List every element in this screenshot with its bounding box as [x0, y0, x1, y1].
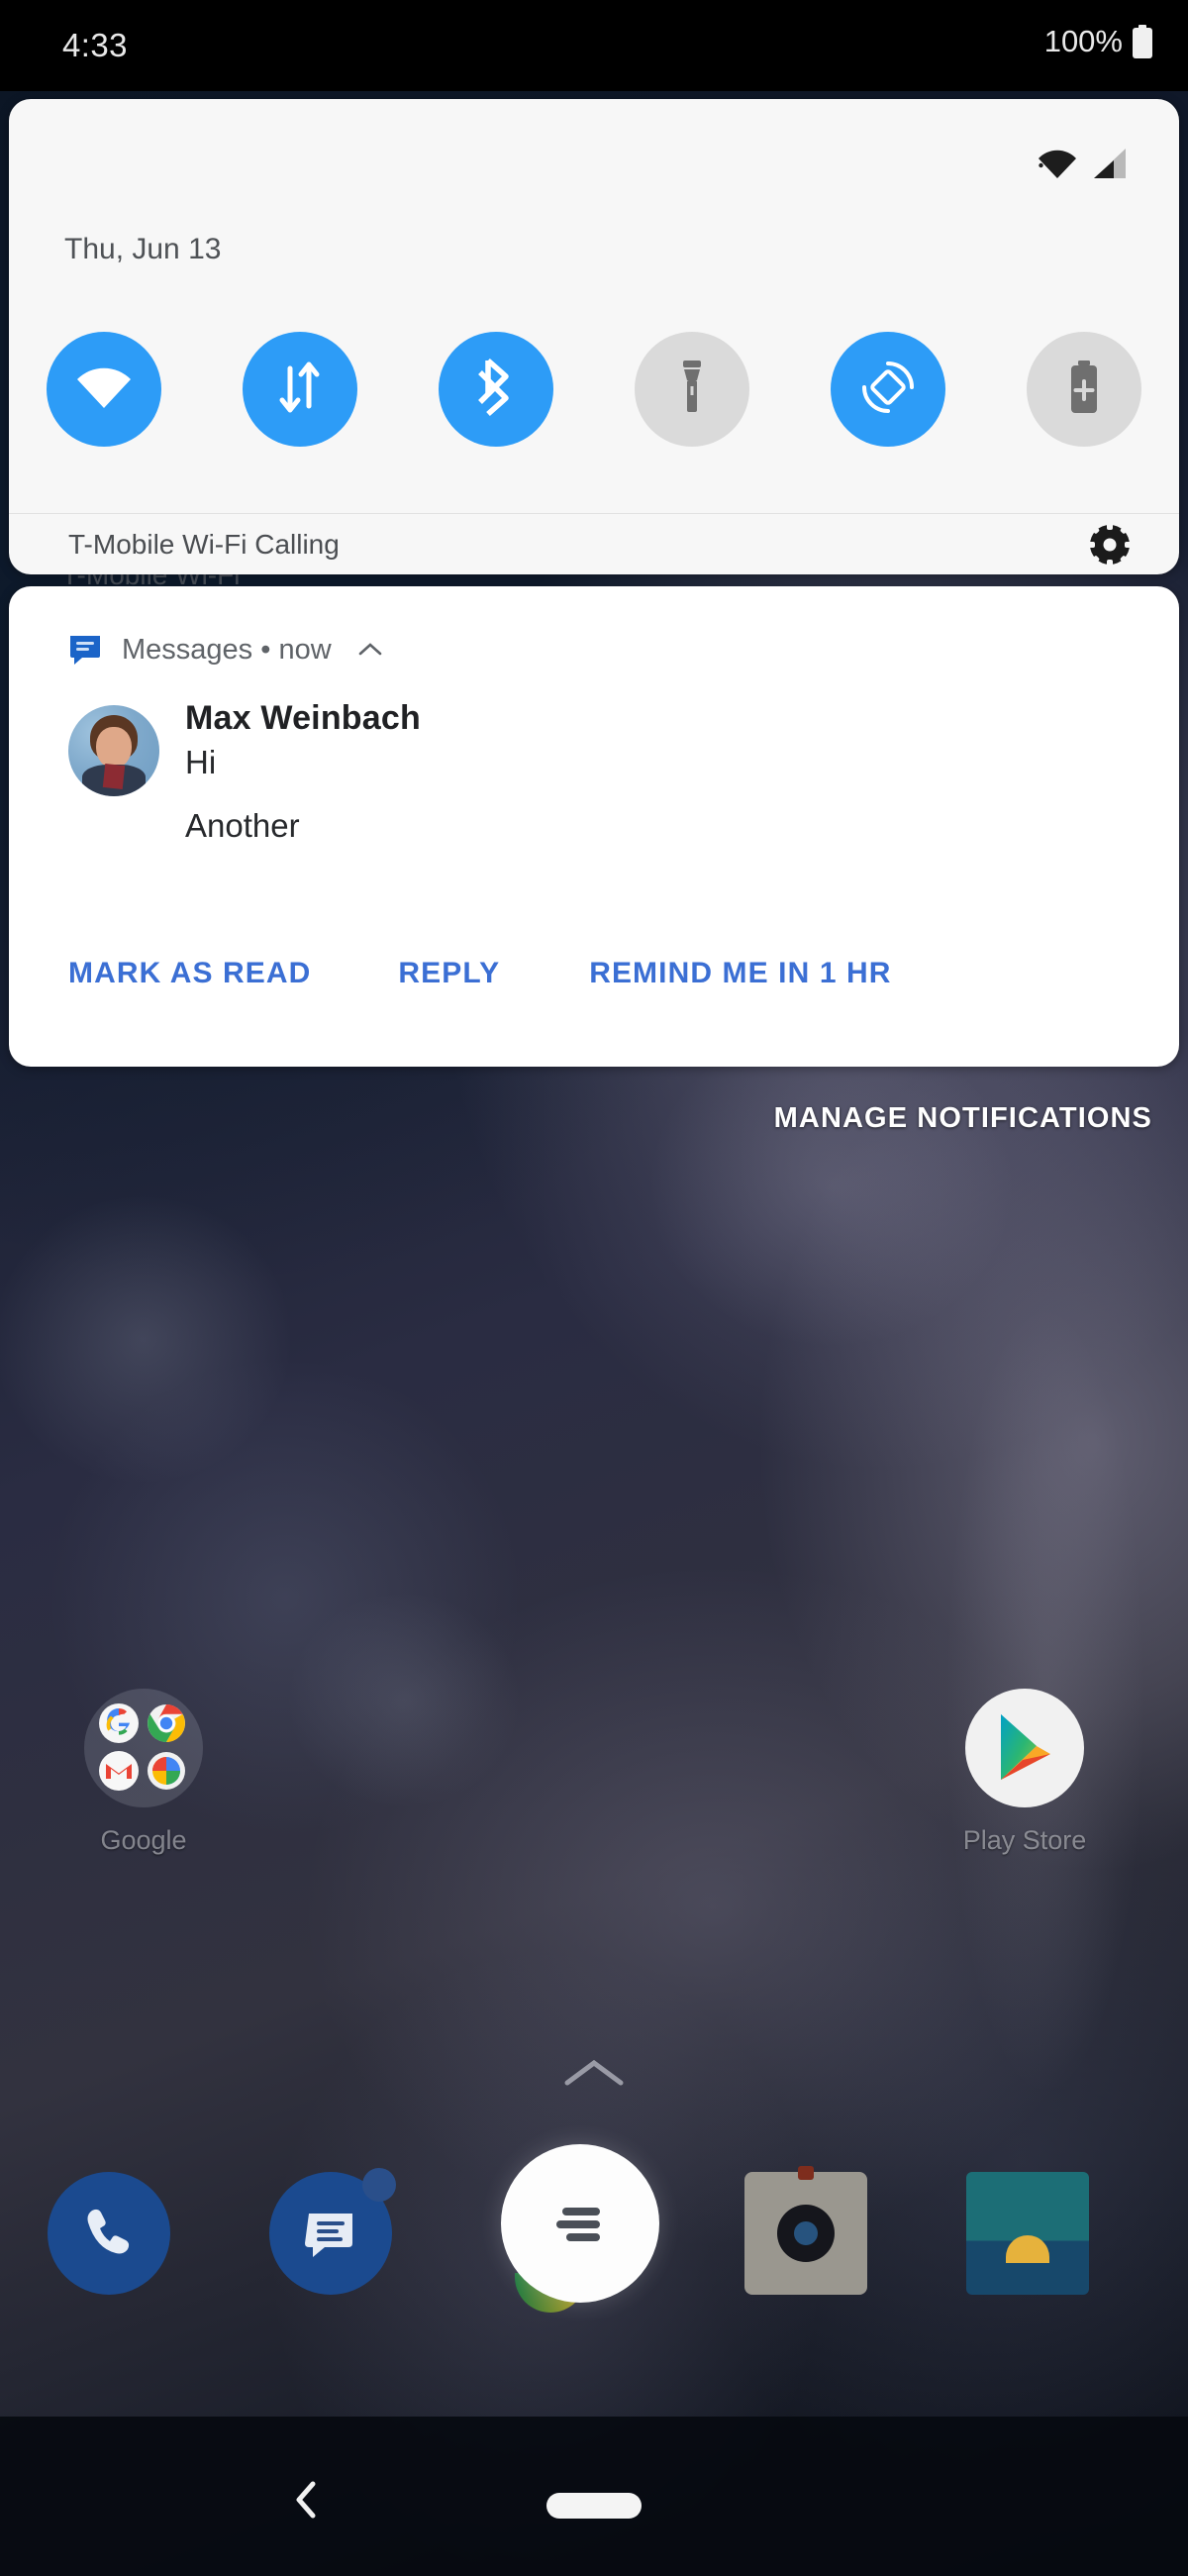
wifi-tile[interactable] [47, 332, 161, 447]
home-pill-icon[interactable] [546, 2493, 642, 2519]
chevron-left-icon[interactable] [287, 2478, 327, 2522]
dock [0, 2144, 1188, 2322]
notification-sender: Max Weinbach [185, 699, 421, 737]
data-transfer-icon [273, 359, 327, 421]
assistant-lines-icon [501, 2144, 659, 2313]
status-bar: 4:33 100% [0, 0, 1188, 91]
messages-icon [68, 633, 102, 667]
notification-actions: MARK AS READ REPLY REMIND ME IN 1 HR [56, 943, 904, 1004]
battery-full-icon [1133, 25, 1152, 58]
gmail-icon [99, 1751, 139, 1791]
dock-camera[interactable] [744, 2166, 867, 2295]
dock-gallery[interactable] [966, 2172, 1089, 2295]
wifi-icon [73, 363, 135, 416]
mobile-data-tile[interactable] [243, 332, 357, 447]
battery-saver-tile[interactable] [1027, 332, 1141, 447]
wifi-icon [1037, 149, 1078, 180]
messages-icon [269, 2168, 396, 2295]
cell-signal-icon [1092, 147, 1128, 180]
notification-card[interactable]: Messages • now Max Weinbach Hi Another M… [9, 586, 1179, 1067]
app-play-store[interactable]: Play Store [916, 1689, 1134, 1856]
chevron-up-icon[interactable] [559, 2055, 629, 2091]
auto-rotate-icon [859, 359, 917, 421]
quick-settings-tiles [9, 332, 1179, 447]
remind-me-button[interactable]: REMIND ME IN 1 HR [577, 943, 903, 1004]
quick-settings-status-icons [1037, 147, 1128, 180]
quick-settings-footer: T-Mobile Wi-Fi Calling [9, 514, 1179, 574]
carrier-label: T-Mobile Wi-Fi Calling [68, 529, 340, 560]
reply-button[interactable]: REPLY [386, 943, 512, 1004]
notification-message-line-2: Another [185, 807, 300, 844]
notification-text-block: Max Weinbach Hi Another [185, 695, 421, 845]
status-bar-right-cluster: 100% [1044, 24, 1152, 59]
battery-percent-label: 100% [1043, 24, 1123, 58]
manage-notifications-button[interactable]: MANAGE NOTIFICATIONS [774, 1102, 1152, 1135]
chevron-up-icon[interactable] [357, 642, 383, 658]
dock-assistant[interactable] [501, 2144, 659, 2313]
mark-as-read-button[interactable]: MARK AS READ [56, 943, 323, 1004]
notification-badge [362, 2168, 396, 2202]
chrome-icon [147, 1703, 186, 1743]
photos-icon [147, 1751, 186, 1791]
auto-rotate-tile[interactable] [831, 332, 945, 447]
dock-messages[interactable] [269, 2168, 396, 2295]
play-store-icon [965, 1689, 1084, 1807]
phone-icon [48, 2172, 170, 2295]
notification-message-line-1: Hi [185, 744, 217, 780]
folder-google[interactable]: Google [35, 1689, 252, 1856]
google-folder-icon [84, 1689, 203, 1807]
flashlight-tile[interactable] [635, 332, 749, 447]
navigation-bar [0, 2417, 1188, 2576]
dock-phone[interactable] [48, 2172, 170, 2295]
avatar [68, 705, 159, 796]
status-bar-clock: 4:33 [62, 27, 128, 63]
gallery-icon [966, 2172, 1089, 2295]
notification-body: Max Weinbach Hi Another [68, 695, 1139, 845]
app-play-store-label: Play Store [962, 1825, 1087, 1855]
google-icon [99, 1703, 139, 1743]
bluetooth-tile[interactable] [439, 332, 553, 447]
quick-settings-header [9, 99, 1179, 216]
quick-settings-date: Thu, Jun 13 [64, 233, 222, 265]
camera-icon [744, 2166, 867, 2295]
notification-app-label: Messages • now [122, 633, 332, 666]
battery-plus-icon [1066, 360, 1102, 420]
bluetooth-icon [474, 357, 518, 423]
gear-icon[interactable] [1087, 522, 1133, 567]
folder-google-label: Google [100, 1825, 187, 1855]
notification-header[interactable]: Messages • now [68, 633, 383, 667]
flashlight-icon [675, 359, 709, 421]
quick-settings-panel[interactable]: Thu, Jun 13 T-Mobile Wi-Fi Calling [9, 99, 1179, 574]
